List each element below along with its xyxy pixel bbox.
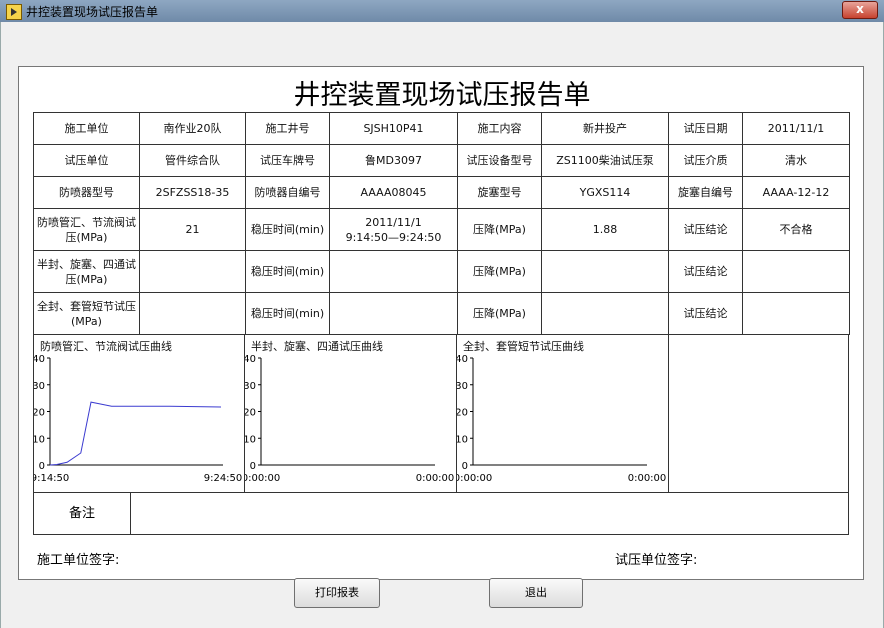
info-value-cell: 鲁MD3097 <box>329 144 458 177</box>
close-button[interactable]: x <box>842 1 878 19</box>
stabilize-time-cell <box>329 250 458 293</box>
y-tick-label: 0 <box>462 461 468 472</box>
x-tick-label: 9:24:50 <box>204 473 243 484</box>
info-value-cell: AAAA08045 <box>329 176 458 209</box>
window-title: 井控装置现场试压报告单 <box>26 5 159 19</box>
test-signature-label: 试压单位签字: <box>615 553 698 568</box>
chart-plot: 4030201000:00:00 0:00:00 <box>457 354 667 484</box>
info-label-cell: 试压单位 <box>33 144 140 177</box>
report-table: 施工单位 南作业20队 施工井号 SJSH10P41 施工内容 新井投产 试压日期 2011/… <box>33 112 850 335</box>
test-result-label-cell: 试压结论 <box>668 208 743 251</box>
info-value-cell: YGXS114 <box>541 176 669 209</box>
info-row: 施工单位 南作业20队 施工井号 SJSH10P41 施工内容 新井投产 试压日期 2011/… <box>33 112 850 145</box>
y-tick-label: 0 <box>39 461 45 472</box>
stabilize-time-range: 9:14:50—9:24:50 <box>345 230 442 244</box>
info-value-cell: 清水 <box>742 144 850 177</box>
construction-signature-label: 施工单位签字: <box>37 553 120 568</box>
pressure-chart: 防喷管汇、节流阀试压曲线 40 30 20 10 0 9:14:50 9:24:50 <box>34 334 245 492</box>
info-label-cell: 旋塞型号 <box>457 176 542 209</box>
test-result-label-cell: 试压结论 <box>668 250 743 293</box>
test-result-value-cell: 不合格 <box>742 208 850 251</box>
pressure-chart: 全封、套管短节试压曲线 40 30 20 10 0 0:00:00 0:00:00 <box>457 334 669 492</box>
test-pressure-cell: 21 <box>139 208 246 251</box>
test-item-cell: 半封、旋塞、四通试压(MPa) <box>33 250 140 293</box>
test-pressure-cell <box>139 292 246 335</box>
info-label-cell: 试压设备型号 <box>457 144 542 177</box>
window-body: 井控装置现场试压报告单 施工单位 南作业20队 施工井号 SJSH10P41 施工内容新… <box>0 22 884 628</box>
test-result-value-cell <box>742 292 850 335</box>
report-sheet: 井控装置现场试压报告单 施工单位 南作业20队 施工井号 SJSH10P41 施工内容新… <box>18 66 864 580</box>
y-tick-label: 10 <box>34 434 45 445</box>
info-label-cell: 施工井号 <box>245 112 330 145</box>
x-tick-label: 9:14:50 <box>34 473 69 484</box>
stabilize-date: 2011/11/1 <box>365 215 422 229</box>
info-label-cell: 施工内容 <box>457 112 542 145</box>
test-row: 半封、旋塞、四通试压(MPa) 稳压时间(min) 压降(MPa) 试压结论 <box>33 250 850 293</box>
y-tick-label: 10 <box>457 434 468 445</box>
test-row: 全封、套管短节试压 (MPa) 稳压时间(min) 压降(MPa) 试压结论 <box>33 292 850 335</box>
info-value-cell: ZS1100柴油试压泵 <box>541 144 669 177</box>
info-row: 试压单位 管件综合队 试压车牌号 鲁MD3097 试压设备型号 ZS1100柴油试压泵 试压… <box>33 144 850 177</box>
info-label-cell: 试压介质 <box>668 144 743 177</box>
x-tick-label: 0:00:00 <box>245 473 280 484</box>
info-value-cell: SJSH10P41 <box>329 112 458 145</box>
stabilize-label-cell: 稳压时间(min) <box>245 208 330 251</box>
pressure-drop-value-cell <box>541 250 669 293</box>
test-row: 防喷管汇、节流阀试压(MPa) 21 稳压时间(min) 2011/11/1 9:14:… <box>33 208 850 251</box>
test-result-label-cell: 试压结论 <box>668 292 743 335</box>
y-tick-label: 30 <box>34 381 45 392</box>
y-tick-label: 40 <box>245 354 256 365</box>
test-pressure-cell <box>139 250 246 293</box>
stabilize-label-cell: 稳压时间(min) <box>245 292 330 335</box>
y-tick-label: 40 <box>457 354 468 365</box>
y-tick-label: 20 <box>245 408 256 419</box>
pressure-drop-label-cell: 压降(MPa) <box>457 208 542 251</box>
info-value-cell: 2011/11/1 <box>742 112 850 145</box>
y-tick-label: 30 <box>457 381 468 392</box>
info-value-cell: 2SFZSS18-35 <box>139 176 246 209</box>
report-title: 井控装置现场试压报告单 <box>293 80 591 111</box>
pressure-drop-value-cell <box>541 292 669 335</box>
y-tick-label: 20 <box>34 408 45 419</box>
stabilize-label-cell: 稳压时间(min) <box>245 250 330 293</box>
pressure-drop-label-cell: 压降(MPa) <box>457 250 542 293</box>
chart-row: 防喷管汇、节流阀试压曲线 40 30 20 10 0 9:14:50 9:24:50 半封、旋塞… <box>33 334 849 493</box>
notes-row: 备注 <box>33 492 849 535</box>
info-label-cell: 试压车牌号 <box>245 144 330 177</box>
chart-plot: 40 30 20 10 09:14:50 9:24:50 <box>34 354 243 484</box>
exit-button[interactable]: 退出 <box>489 578 583 608</box>
pressure-curve <box>49 401 222 466</box>
x-tick-label: 0:00:00 <box>416 473 455 484</box>
stabilize-time-cell: 2011/11/1 9:14:50—9:24:50 <box>329 208 458 251</box>
info-label-cell: 旋塞自编号 <box>668 176 743 209</box>
pressure-drop-value-cell: 1.88 <box>541 208 669 251</box>
test-item-cell: 防喷管汇、节流阀试压(MPa) <box>33 208 140 251</box>
pressure-drop-label-cell: 压降(MPa) <box>457 292 542 335</box>
info-row: 防喷器型号 2SFZSS18-35 防喷器自编号 AAAA08045 旋塞型号 YGXS1… <box>33 176 850 209</box>
info-value-cell: 南作业20队 <box>139 112 246 145</box>
y-tick-label: 0 <box>250 461 256 472</box>
print-report-button[interactable]: 打印报表 <box>294 578 380 608</box>
x-tick-label: 0:00:00 <box>457 473 492 484</box>
info-value-cell: AAAA-12-12 <box>742 176 850 209</box>
info-label-cell: 试压日期 <box>668 112 743 145</box>
notes-label: 备注 <box>34 493 131 534</box>
pressure-chart: 半封、旋塞、四通试压曲线 40 30 20 10 0 0:00:00 0:00:00 <box>245 334 457 492</box>
y-tick-label: 10 <box>245 434 256 445</box>
info-label-cell: 防喷器型号 <box>33 176 140 209</box>
y-tick-label: 40 <box>34 354 45 365</box>
chart-plot: 4030201000:00:00 0:00:00 <box>245 354 455 484</box>
x-tick-label: 0:00:00 <box>628 473 667 484</box>
title-bar: 井控装置现场试压报告单 x <box>0 0 884 23</box>
y-tick-label: 30 <box>245 381 256 392</box>
info-value-cell: 管件综合队 <box>139 144 246 177</box>
test-item-cell: 全封、套管短节试压 (MPa) <box>33 292 140 335</box>
stabilize-time-cell <box>329 292 458 335</box>
info-value-cell: 新井投产 <box>541 112 669 145</box>
y-tick-label: 20 <box>457 408 468 419</box>
info-label-cell: 防喷器自编号 <box>245 176 330 209</box>
info-label-cell: 施工单位 <box>33 112 140 145</box>
test-result-value-cell <box>742 250 850 293</box>
labview-app-icon <box>6 4 22 20</box>
